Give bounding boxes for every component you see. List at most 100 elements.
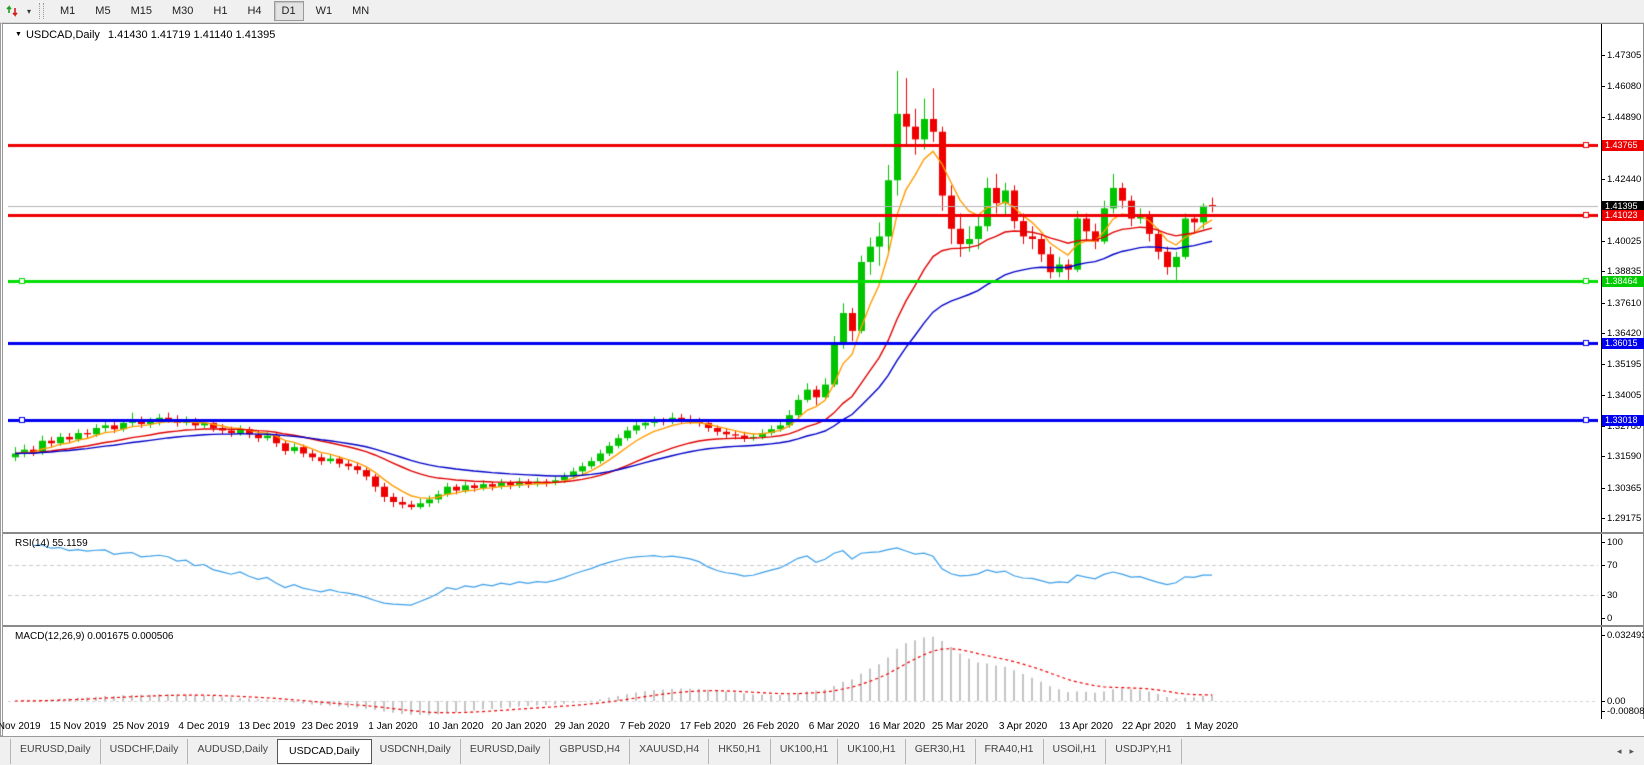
time-axis-label: 6 Nov 2019 [0,721,41,732]
time-axis-label: 25 Mar 2020 [932,721,988,732]
time-axis-label: 4 Dec 2019 [178,721,229,732]
chart-tab-hk50-h1[interactable]: HK50,H1 [709,739,771,764]
chart-tab-usdjpy-h1[interactable]: USDJPY,H1 [1106,739,1181,764]
macd-tick-label: -0.008086 [1607,706,1644,717]
time-axis-label: 20 Jan 2020 [491,721,546,732]
price-tick-label: 1.31590 [1607,451,1641,462]
rsi-canvas[interactable] [8,534,1598,625]
price-tick-label: 1.46080 [1607,81,1641,92]
toolbar-grip[interactable] [39,3,44,19]
time-axis-label: 13 Dec 2019 [239,721,296,732]
panel-separator[interactable] [3,625,1644,627]
mt4-window: ▾ M1M5M15M30H1H4D1W1MN ▼ USDCAD,Daily 1.41… [0,0,1644,765]
panel-separator[interactable] [3,532,1644,534]
timeframe-button-m30[interactable]: M30 [164,1,201,21]
time-axis-label: 23 Dec 2019 [302,721,359,732]
chart-tab-audusd-daily[interactable]: AUDUSD,Daily [188,739,278,764]
rsi-label: RSI(14) 55.1159 [15,538,88,549]
rsi-tick-dash [1601,618,1605,619]
price-marker: 1.43765 [1602,140,1644,151]
time-axis-label: 13 Apr 2020 [1059,721,1113,732]
timeframe-button-mn[interactable]: MN [344,1,377,21]
timeframe-button-m15[interactable]: M15 [123,1,160,21]
time-axis-label: 1 Jan 2020 [368,721,418,732]
price-tick-dash [1601,395,1605,396]
price-tick-label: 1.29175 [1607,513,1641,524]
symbols-arrows-icon[interactable] [3,2,23,20]
chart-tab-usdcad-daily[interactable]: USDCAD,Daily [277,739,372,764]
price-tick-dash [1601,364,1605,365]
collapse-arrow-icon[interactable]: ▼ [15,31,22,38]
chart-title: ▼ USDCAD,Daily 1.41430 1.41719 1.41140 1.4… [15,29,275,41]
tab-scroll-arrows: ◂ ▸ [1617,746,1634,757]
chart-tab-bar: EURUSD,DailyUSDCHF,DailyAUDUSD,DailyUSDC… [0,736,1644,765]
rsi-tick-dash [1601,565,1605,566]
price-tick-dash [1601,518,1605,519]
price-tick-label: 1.35195 [1607,359,1641,370]
price-tick-dash [1601,86,1605,87]
price-marker: 1.38464 [1602,276,1644,287]
timeframe-button-h4[interactable]: H4 [239,1,269,21]
tab-scroll-left-icon[interactable]: ◂ [1617,746,1622,757]
rsi-tick-dash [1601,595,1605,596]
up-down-arrows-icon [6,4,20,18]
time-axis-label: 16 Mar 2020 [869,721,925,732]
time-axis-label: 3 Apr 2020 [999,721,1047,732]
tab-scroll-right-icon[interactable]: ▸ [1629,746,1634,757]
macd-canvas[interactable] [8,627,1598,719]
timeframe-button-m1[interactable]: M1 [52,1,83,21]
price-tick-dash [1601,333,1605,334]
timeframe-buttons: M1M5M15M30H1H4D1W1MN [50,1,379,21]
time-axis[interactable]: 6 Nov 201915 Nov 201925 Nov 20194 Dec 20… [3,719,1644,736]
price-tick-dash [1601,117,1605,118]
chart-tab-usdcnh-daily[interactable]: USDCNH,Daily [371,739,461,764]
chart-tab-uk100-h1[interactable]: UK100,H1 [838,739,905,764]
chart-tab-ger30-h1[interactable]: GER30,H1 [906,739,976,764]
macd-tick-dash [1601,701,1605,702]
price-tick-label: 1.42440 [1607,174,1641,185]
chart-tab-usoil-h1[interactable]: USOil,H1 [1044,739,1107,764]
rsi-tick-label: 30 [1607,590,1618,601]
chart-tab-eurusd-daily[interactable]: EURUSD,Daily [461,739,551,764]
dropdown-caret-icon[interactable]: ▾ [23,7,35,16]
timeframe-button-h1[interactable]: H1 [205,1,235,21]
rsi-tick-label: 70 [1607,560,1618,571]
time-axis-label: 29 Jan 2020 [554,721,609,732]
timeframe-button-m5[interactable]: M5 [87,1,118,21]
chart-ohlc-values: 1.41430 1.41719 1.41140 1.41395 [108,29,275,41]
rsi-tick-label: 100 [1607,537,1623,548]
chart-tab-eurusd-daily[interactable]: EURUSD,Daily [10,739,101,764]
timeframe-button-d1[interactable]: D1 [274,1,304,21]
price-tick-dash [1601,179,1605,180]
price-tick-label: 1.30365 [1607,483,1641,494]
chart-tab-uk100-h1[interactable]: UK100,H1 [771,739,838,764]
time-axis-label: 25 Nov 2019 [113,721,170,732]
time-axis-label: 17 Feb 2020 [680,721,736,732]
time-axis-label: 10 Jan 2020 [428,721,483,732]
chart-tab-usdchf-daily[interactable]: USDCHF,Daily [101,739,189,764]
time-axis-label: 1 May 2020 [1186,721,1238,732]
main-chart-canvas[interactable] [8,26,1598,532]
timeframe-toolbar: ▾ M1M5M15M30H1H4D1W1MN [0,0,1644,23]
macd-label: MACD(12,26,9) 0.001675 0.000506 [15,631,173,642]
chart-tab-xauusd-h4[interactable]: XAUUSD,H4 [630,739,709,764]
price-tick-dash [1601,55,1605,56]
macd-tick-dash [1601,711,1605,712]
chart-tab-fra40-h1[interactable]: FRA40,H1 [976,739,1044,764]
price-tick-dash [1601,271,1605,272]
time-axis-label: 22 Apr 2020 [1122,721,1176,732]
time-axis-label: 7 Feb 2020 [620,721,671,732]
time-axis-label: 26 Feb 2020 [743,721,799,732]
chart-symbol-label: USDCAD,Daily [26,29,100,41]
macd-tick-label: 0.032493 [1607,630,1644,641]
time-axis-label: 6 Mar 2020 [809,721,860,732]
macd-tick-dash [1601,635,1605,636]
price-tick-dash [1601,488,1605,489]
rsi-tick-dash [1601,542,1605,543]
timeframe-button-w1[interactable]: W1 [308,1,341,21]
price-tick-dash [1601,426,1605,427]
price-tick-label: 1.37610 [1607,298,1641,309]
price-tick-label: 1.34005 [1607,390,1641,401]
chart-tab-gbpusd-h4[interactable]: GBPUSD,H4 [550,739,630,764]
chart-window: ▼ USDCAD,Daily 1.41430 1.41719 1.41140 1.4… [0,23,1644,736]
